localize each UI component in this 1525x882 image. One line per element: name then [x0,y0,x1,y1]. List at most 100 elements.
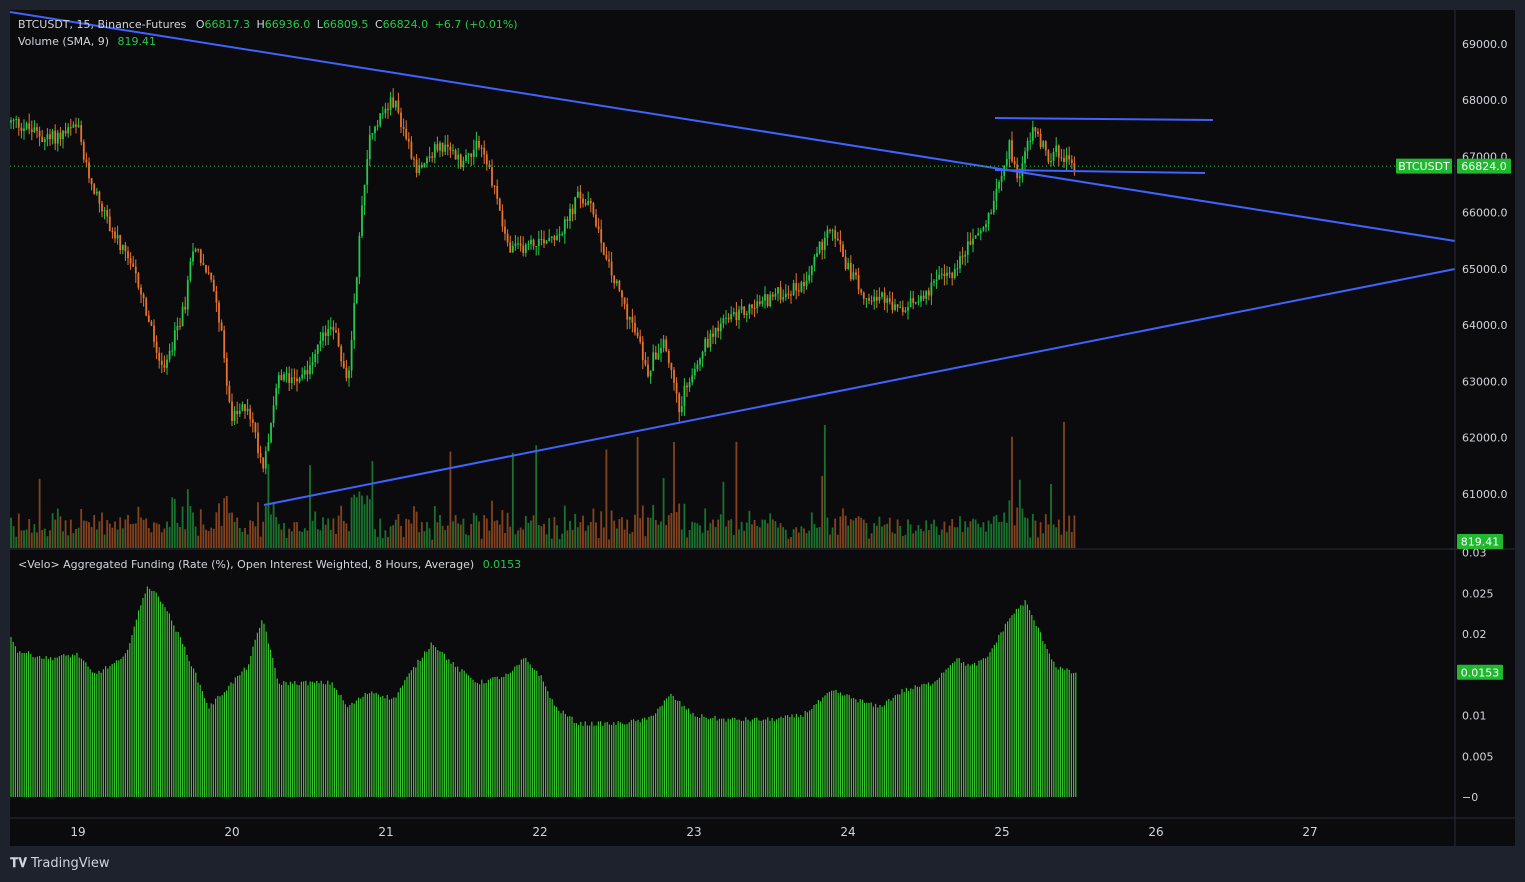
funding-bar [437,650,439,797]
price-tick-label: 66000.0 [1462,207,1508,220]
trendline[interactable] [9,11,1456,242]
volume-bar [363,504,366,548]
funding-bar [366,694,368,797]
funding-bar [14,646,16,797]
funding-bar [285,682,287,797]
funding-bar [888,699,890,797]
volume-bar [1000,521,1003,548]
funding-bar [974,662,976,797]
price-tick-label: 69000.0 [1462,38,1508,51]
funding-bar [1048,653,1050,797]
tradingview-brand[interactable]: 𝐓𝐕 TradingView [10,856,110,871]
funding-bar [586,725,588,797]
funding-bar [94,672,96,797]
volume-bar [537,524,540,548]
candle-body [615,280,618,284]
volume-bar [873,523,876,548]
candle-body [54,130,57,144]
volume-bar [998,522,1000,548]
candle-body [431,156,434,158]
candle-body [688,382,691,388]
candle-body [519,243,522,246]
candle-body [405,128,408,139]
funding-bar [1070,673,1072,797]
funding-bar [78,657,80,797]
candle-body [595,214,597,227]
funding-bar [760,720,762,797]
funding-bar [705,717,707,797]
volume-bar [402,537,405,548]
candle-body [88,162,90,179]
candle-body [1065,155,1068,162]
volume-bar [540,526,543,548]
volume-bar [649,517,652,548]
candle-body [1024,151,1026,164]
funding-bar [443,653,445,797]
funding-bar [386,694,388,797]
funding-bar [861,699,863,797]
volume-bar [225,495,228,548]
funding-bar [439,651,441,797]
candle-body [917,301,920,303]
candle-body [1013,161,1016,165]
volume-bar [987,520,990,548]
candle-body [753,307,756,309]
volume-bar [1026,518,1029,548]
volume-bar [816,527,818,548]
funding-bar [254,639,256,797]
funding-bar [479,684,481,797]
volume-bar [909,524,912,548]
funding-bar [347,707,349,797]
volume-bar [717,519,720,548]
funding-bar [1062,668,1064,797]
funding-bar [771,717,773,797]
volume-bar [922,531,925,548]
drawing-lines[interactable] [9,11,1456,506]
candle-body [436,144,439,151]
candle-body [33,127,36,132]
volume-bar [912,533,915,548]
funding-bar [542,681,544,797]
volume-bar [467,535,470,548]
candle-body [665,339,668,351]
volume-bar [470,524,473,548]
volume-bar [306,530,309,548]
volume-legend[interactable]: Volume (SMA, 9) 819.41 [18,35,156,48]
candle-body [145,298,148,316]
funding-bar [1002,631,1004,797]
funding-tick-label: −0 [1462,791,1478,804]
symbol-legend[interactable]: BTCUSDT, 15, Binance-Futures O66817.3 H6… [18,18,518,31]
funding-bar [848,695,850,797]
volume-bar [95,529,98,548]
candle-body [540,239,543,241]
volume-bar [129,524,132,548]
candle-body [704,338,707,352]
candle-body [1063,157,1065,162]
candle-body [267,442,270,452]
funding-bar [899,694,901,797]
candle-body [290,377,293,384]
volume-bar [548,518,551,548]
trendline[interactable] [263,268,1456,506]
candle-body [480,147,483,149]
funding-bar [237,675,239,797]
candle-body [935,279,938,282]
trendline[interactable] [994,117,1214,121]
volume-bar [41,530,44,548]
volume-bar [831,527,834,548]
volume-bar [340,505,343,548]
candle-body [1008,140,1011,159]
volume-bar [628,533,631,548]
volume-bar [210,527,213,548]
candle-body [652,352,655,371]
funding-bar [701,714,703,797]
open-value: 66817.3 [204,18,251,31]
candle-body [316,344,319,354]
funding-legend[interactable]: <Velo> Aggregated Funding (Rate (%), Ope… [18,558,521,571]
candle-body [870,300,873,302]
funding-bar [371,691,373,797]
funding-bar [569,716,571,797]
candle-body [836,238,839,241]
funding-bar [281,684,283,797]
chart-svg[interactable]: 69000.068000.067000.066000.065000.064000… [0,0,1525,882]
